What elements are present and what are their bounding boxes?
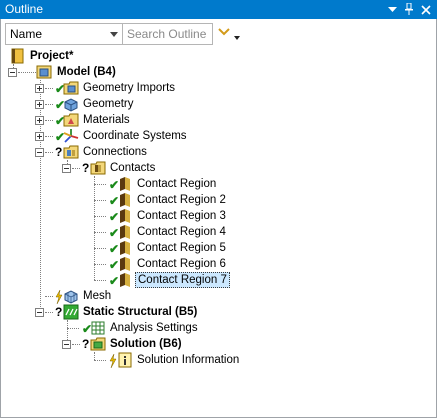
tree-item-label: Geometry <box>83 98 134 110</box>
contact-region-icon <box>117 256 133 272</box>
tree-item-contact-region-7[interactable]: ✔ Contact Region 7 <box>0 272 260 288</box>
tree-item-contact-region-4[interactable]: ✔ Contact Region 4 <box>0 224 260 240</box>
tree-item-contact-region-2[interactable]: ✔ Contact Region 2 <box>0 192 260 208</box>
collapse-icon[interactable] <box>35 148 44 157</box>
contact-region-icon <box>117 240 133 256</box>
tree-item-label: Coordinate Systems <box>83 130 187 142</box>
tree-item-connections[interactable]: ? Connections <box>0 144 250 160</box>
geometry-icon <box>63 96 79 112</box>
question-mark-icon: ? <box>55 305 63 319</box>
tree-item-contact-region-5[interactable]: ✔ Contact Region 5 <box>0 240 260 256</box>
outline-tree: Project* Model (B4) ✔ Geometry Imports ✔ <box>0 0 437 418</box>
tree-item-label: Connections <box>83 146 147 158</box>
collapse-icon[interactable] <box>8 68 17 77</box>
tree-item-label: Contact Region 6 <box>137 258 226 270</box>
question-mark-icon: ? <box>82 337 90 351</box>
collapse-icon[interactable] <box>62 164 71 173</box>
connections-icon <box>63 144 79 160</box>
tree-item-label: Static Structural (B5) <box>83 306 198 318</box>
tree-item-mesh[interactable]: Mesh <box>0 288 200 305</box>
tree-item-contacts[interactable]: ? Contacts <box>0 160 250 176</box>
tree-item-label: Contact Region 3 <box>137 210 226 222</box>
tree-item-label: Solution (B6) <box>110 338 182 350</box>
tree-item-label: Model (B4) <box>57 66 116 78</box>
tree-item-label: Contact Region <box>137 178 217 190</box>
model-icon <box>36 64 52 80</box>
tree-item-contact-region[interactable]: ✔ Contact Region <box>0 176 260 192</box>
tree-item-materials[interactable]: ✔ Materials <box>0 112 250 128</box>
expand-icon[interactable] <box>35 116 44 125</box>
contact-region-icon <box>117 208 133 224</box>
tree-item-geometry[interactable]: ✔ Geometry <box>0 96 250 112</box>
tree-item-model[interactable]: Model (B4) <box>0 64 200 80</box>
contact-region-icon <box>117 176 133 192</box>
expand-icon[interactable] <box>35 84 44 93</box>
tree-item-analysis-settings[interactable]: ✔ Analysis Settings <box>0 320 250 336</box>
question-mark-icon: ? <box>55 145 63 159</box>
analysis-settings-icon <box>90 320 106 336</box>
contact-region-icon <box>117 272 133 288</box>
mesh-icon <box>63 288 79 304</box>
geometry-imports-icon <box>63 80 79 96</box>
solution-icon <box>90 336 106 352</box>
tree-item-label: Contact Region 5 <box>137 242 226 254</box>
tree-item-label: Materials <box>83 114 130 126</box>
tree-item-label: Solution Information <box>137 354 240 366</box>
book-icon <box>10 48 26 64</box>
tree-item-contact-region-3[interactable]: ✔ Contact Region 3 <box>0 208 260 224</box>
solution-information-icon <box>117 352 133 368</box>
coordinate-systems-icon <box>63 128 79 144</box>
question-mark-icon: ? <box>82 161 90 175</box>
contact-region-icon <box>117 224 133 240</box>
tree-item-label: Analysis Settings <box>110 322 198 334</box>
tree-item-coordinate-systems[interactable]: ✔ Coordinate Systems <box>0 128 250 144</box>
collapse-icon[interactable] <box>35 308 44 317</box>
tree-item-solution[interactable]: ? Solution (B6) <box>0 336 250 352</box>
tree-item-label: Contact Region 2 <box>137 194 226 206</box>
lightning-bolt-icon <box>109 353 117 369</box>
materials-icon <box>63 112 79 128</box>
tree-item-static-structural[interactable]: ? Static Structural (B5) <box>0 304 250 320</box>
lightning-bolt-icon <box>55 289 63 305</box>
contact-region-icon <box>117 192 133 208</box>
static-structural-icon <box>63 304 79 320</box>
tree-item-label: Contacts <box>110 162 156 174</box>
expand-icon[interactable] <box>35 100 44 109</box>
tree-item-contact-region-6[interactable]: ✔ Contact Region 6 <box>0 256 260 272</box>
tree-item-label: Contact Region 4 <box>137 226 226 238</box>
collapse-icon[interactable] <box>62 340 71 349</box>
tree-item-project[interactable]: Project* <box>0 48 200 64</box>
tree-item-label-selected: Contact Region 7 <box>135 272 230 288</box>
tree-item-label: Geometry Imports <box>83 82 176 94</box>
tree-item-label: Mesh <box>83 290 112 302</box>
tree-item-solution-information[interactable]: Solution Information <box>0 352 260 369</box>
tree-item-label: Project* <box>30 50 74 62</box>
contacts-folder-icon <box>90 160 106 176</box>
tree-item-geometry-imports[interactable]: ✔ Geometry Imports <box>0 80 250 96</box>
expand-icon[interactable] <box>35 132 44 141</box>
